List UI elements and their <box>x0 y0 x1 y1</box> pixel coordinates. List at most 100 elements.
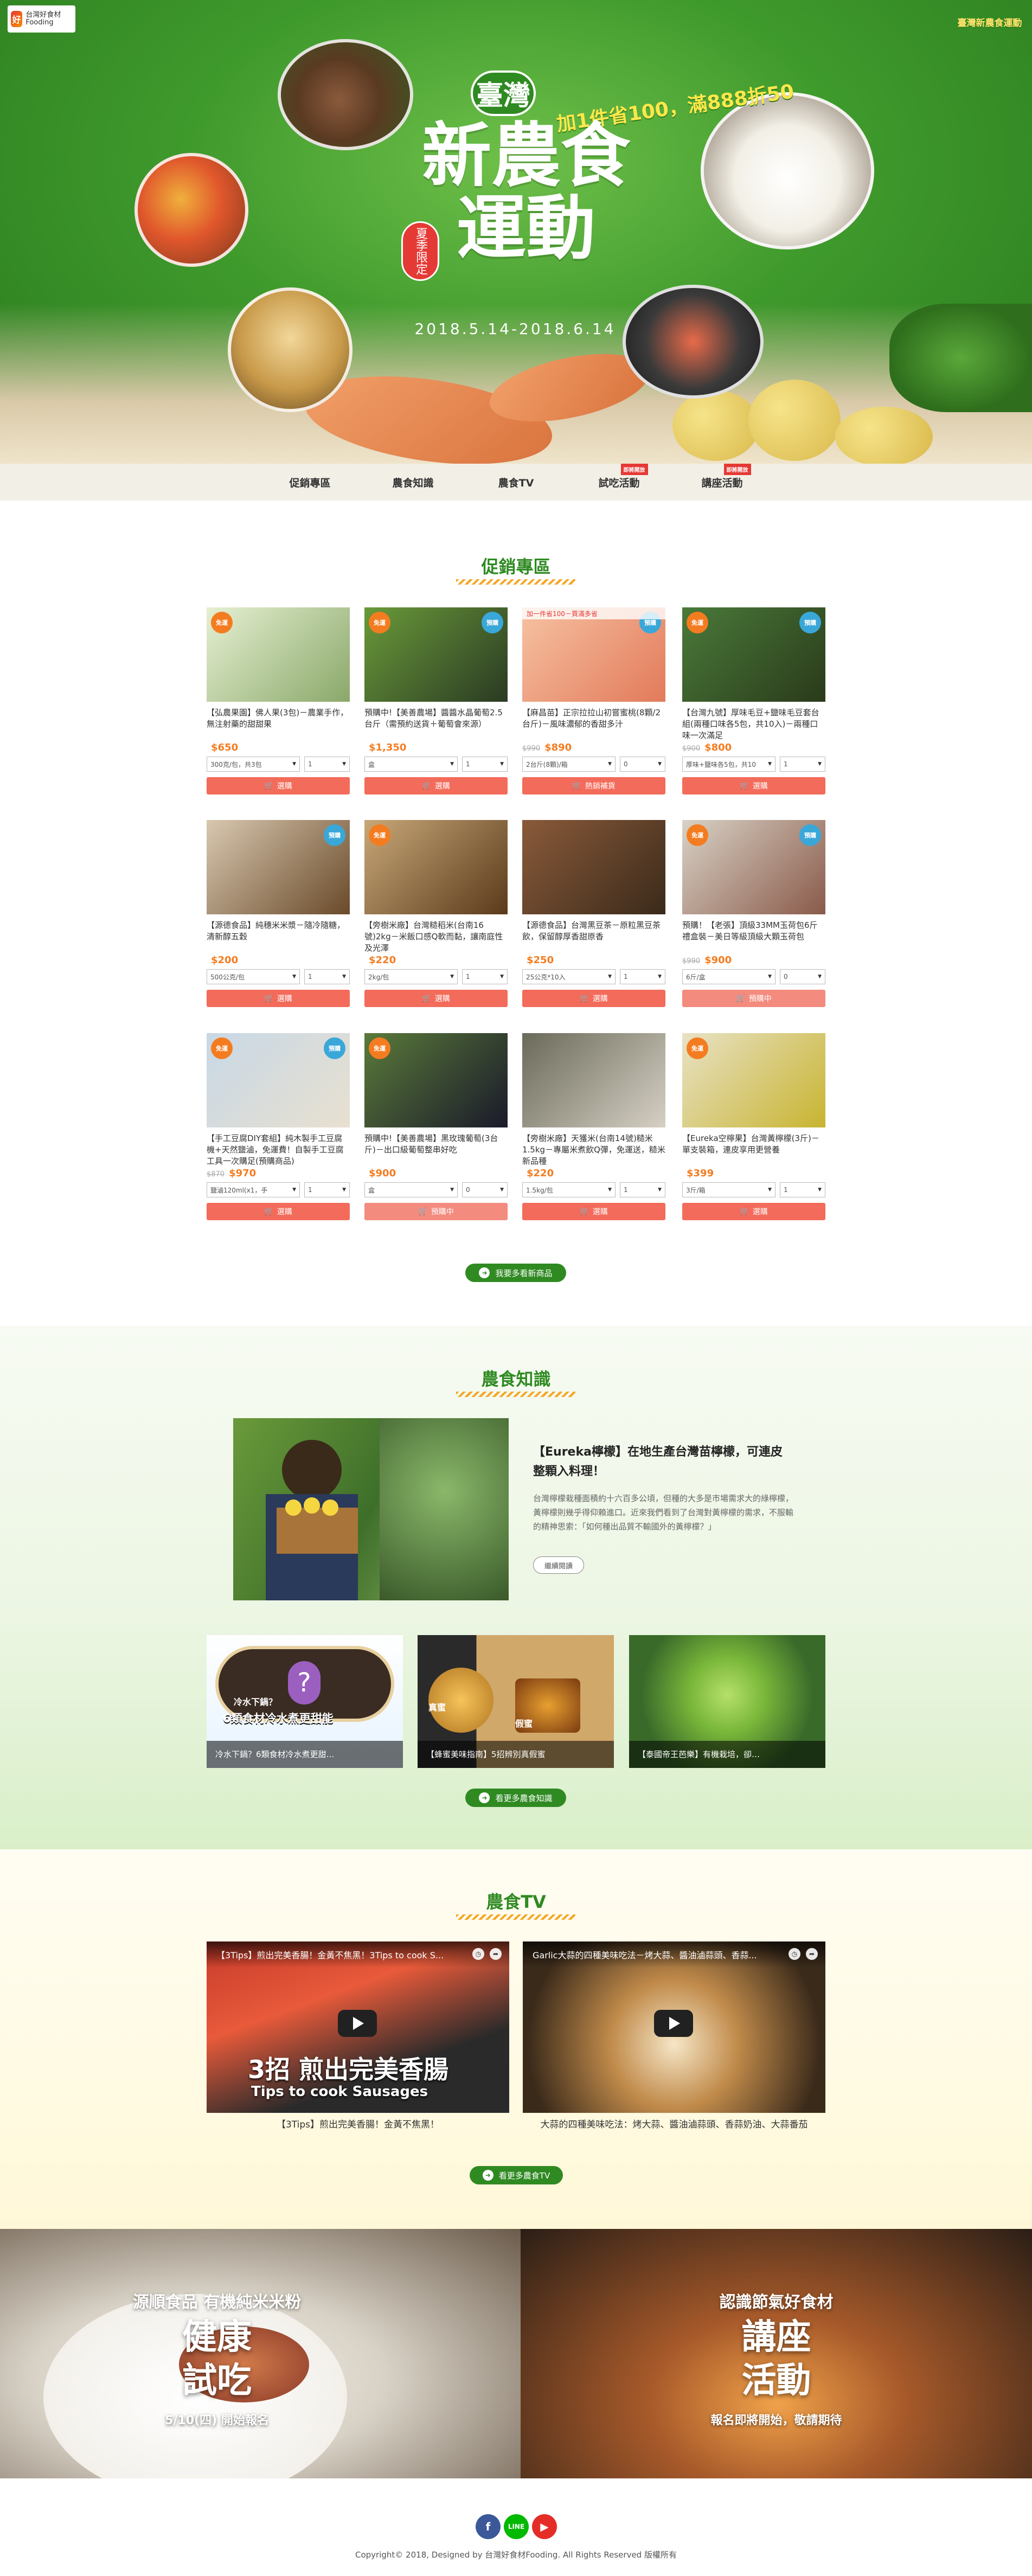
spec-select[interactable]: 500公克/包 ▼ <box>207 969 300 984</box>
spec-select[interactable]: 3斤/箱 ▼ <box>682 1182 775 1197</box>
buy-button[interactable]: 🛒 預購中 <box>682 990 825 1007</box>
spec-select[interactable]: 鹽滷120ml(x1，手 ▼ <box>207 1182 300 1197</box>
quantity-select[interactable]: 1 ▼ <box>780 757 825 772</box>
spec-select[interactable]: 盒 ▼ <box>364 1182 458 1197</box>
product-image[interactable]: 免運 <box>207 607 350 702</box>
product-name[interactable]: 【源德食品】台灣黑豆茶－原粒黑豆茶飲，保留醇厚香甜原香 <box>522 920 665 954</box>
buy-button[interactable]: 🛒 選購 <box>207 990 350 1007</box>
product-card[interactable]: 預購 【源德食品】純穗米米漿－隨冷隨糖，清新醇五穀 $200 500公克/包 ▼ 1 ▼ 🛒 選… <box>207 820 350 1007</box>
video-player[interactable]: Garlic大蒜的四種美味吃法－烤大蒜、醬油滷蒜頭、香蒜... ◷ ➦ <box>523 1941 825 2113</box>
product-image[interactable]: 免運 預購 <box>207 1033 350 1127</box>
buy-button[interactable]: 🛒 預購中 <box>364 1203 508 1220</box>
buy-button[interactable]: 🛒 熱銷補貨 <box>522 777 665 794</box>
product-name[interactable]: 【源德食品】純穗米米漿－隨冷隨糖，清新醇五穀 <box>207 920 350 954</box>
product-image[interactable]: 預購 <box>207 820 350 914</box>
product-image[interactable]: 免運 預購 <box>682 607 825 702</box>
product-card[interactable]: 免運【旁樹米廠】台灣糙稻米(台南16號)2kg－米飯口感Q軟而黏，讓南庭性及光澤… <box>364 820 508 1007</box>
buy-button[interactable]: 🛒 選購 <box>364 777 508 794</box>
nav-item-knowledge[interactable]: 農食知識 <box>362 464 465 501</box>
knowledge-feature-image[interactable] <box>233 1418 509 1600</box>
quantity-select[interactable]: 1 ▼ <box>780 1182 825 1197</box>
lecture-event-banner[interactable]: 認識節氣好食材 講座 活動 報名即將開始，敬請期待 <box>521 2229 1032 2478</box>
knowledge-card[interactable]: 【泰國帝王芭樂】有機栽培，卻… <box>629 1635 825 1768</box>
product-image[interactable]: 免運 <box>364 1033 508 1127</box>
product-card[interactable]: 免運 預購 預購中!【美善農場】醬醬水晶葡萄2.5台斤（需預約送貨＋葡萄會來源） $1… <box>364 607 508 794</box>
knowledge-card[interactable]: 真蜜 假蜜 【蜂蜜美味指南】5招辨別真假蜜 <box>418 1635 614 1768</box>
nav-item-promo[interactable]: 促銷專區 <box>259 464 362 501</box>
spec-select[interactable]: 盒 ▼ <box>364 757 458 772</box>
product-name[interactable]: 【台灣九號】厚味毛豆+鹽味毛豆套台組(兩種口味各5包，共10入)－兩種口味一次滿… <box>682 707 825 742</box>
spec-select[interactable]: 2台斤(8顆)/箱 ▼ <box>522 757 616 772</box>
product-card[interactable]: 【源德食品】台灣黑豆茶－原粒黑豆茶飲，保留醇厚香甜原香 $250 25公克*10入 ▼… <box>522 820 665 1007</box>
product-card[interactable]: 免運 預購 預購！【老張】頂級33MM玉荷包6斤禮盒裝－美日等級頂級大顆玉荷包 $99… <box>682 820 825 1007</box>
nav-item-tasting[interactable]: 試吃活動 即將開放 <box>568 464 671 501</box>
facebook-icon[interactable]: f <box>476 2514 501 2539</box>
spec-select[interactable]: 6斤/盒 ▼ <box>682 969 775 984</box>
site-logo[interactable]: 好 台灣好食材 Fooding <box>8 5 75 33</box>
product-name[interactable]: 【弘農果園】佛人果(3包)－農業手作，無注射藥的甜甜果 <box>207 707 350 742</box>
product-name[interactable]: 【手工豆腐DIY套組】純木製手工豆腐機+天然鹽滷，免運費！自製手工豆腐工具一次購… <box>207 1133 350 1168</box>
quantity-select[interactable]: 0 ▼ <box>462 1182 508 1197</box>
nav-item-tv[interactable]: 農食TV <box>465 464 568 501</box>
product-image[interactable]: 免運 預購 <box>364 607 508 702</box>
more-products-button[interactable]: ➜ 我要多看新商品 <box>465 1264 566 1282</box>
spec-select[interactable]: 2kg/包 ▼ <box>364 969 458 984</box>
buy-button[interactable]: 🛒 選購 <box>682 777 825 794</box>
product-name[interactable]: 預購中!【美善農場】黑玫瑰葡萄(3台斤)－出口級葡萄整串好吃 <box>364 1133 508 1168</box>
product-image[interactable]: 預購 加一件省100－買滿多省 <box>522 607 665 702</box>
quantity-select[interactable]: 1 ▼ <box>304 969 350 984</box>
product-image[interactable]: 免運 <box>682 1033 825 1127</box>
nav-item-lecture[interactable]: 講座活動 即將開放 <box>671 464 774 501</box>
tasting-event-banner[interactable]: 源順食品 有機純米米粉 健康 試吃 5/10(四) 開始報名 <box>0 2229 521 2478</box>
quantity-select[interactable]: 1 ▼ <box>620 969 665 984</box>
product-card[interactable]: 免運 預購中!【美善農場】黑玫瑰葡萄(3台斤)－出口級葡萄整串好吃 $900 盒 ▼ 0 ▼… <box>364 1033 508 1220</box>
product-name[interactable]: 【旁樹米廠】台灣糙稻米(台南16號)2kg－米飯口感Q軟而黏，讓南庭性及光澤 <box>364 920 508 954</box>
clock-icon[interactable]: ◷ <box>472 1948 484 1960</box>
more-knowledge-button[interactable]: ➜ 看更多農食知識 <box>465 1789 566 1807</box>
knowledge-card[interactable]: 冷水下鍋？ 6類食材冷水煮更甜能 ? 冷水下鍋？6類食材冷水煮更甜… <box>207 1635 403 1768</box>
video-caption[interactable]: 大蒜的四種美味吃法：烤大蒜、醬油滷蒜頭、香蒜奶油、大蒜番茄 <box>523 2118 825 2132</box>
buy-button[interactable]: 🛒 選購 <box>522 990 665 1007</box>
play-button[interactable] <box>654 2010 693 2037</box>
product-card[interactable]: 免運 預購【手工豆腐DIY套組】純木製手工豆腐機+天然鹽滷，免運費！自製手工豆腐工… <box>207 1033 350 1220</box>
buy-button[interactable]: 🛒 選購 <box>682 1203 825 1220</box>
line-icon[interactable]: LINE <box>504 2514 529 2539</box>
more-tv-button[interactable]: ➜ 看更多農食TV <box>470 2166 563 2184</box>
product-card[interactable]: 免運 預購【台灣九號】厚味毛豆+鹽味毛豆套台組(兩種口味各5包，共10入)－兩種口… <box>682 607 825 794</box>
quantity-select[interactable]: 1 ▼ <box>304 757 350 772</box>
quantity-select[interactable]: 0 ▼ <box>620 757 665 772</box>
product-name[interactable]: 【麻昌苗】正宗拉拉山初嘗蜜桃(8顆/2台斤)－風味濃郁的香甜多汁 <box>522 707 665 742</box>
product-card[interactable]: 免運 【弘農果園】佛人果(3包)－農業手作，無注射藥的甜甜果 $650 300克/包，… <box>207 607 350 794</box>
campaign-logo[interactable]: 臺灣新農食運動 <box>957 5 1022 38</box>
spec-select[interactable]: 厚味+鹽味各5包，共10 ▼ <box>682 757 775 772</box>
product-card[interactable]: 【旁樹米廠】天獲米(台南14號)糙米1.5kg－專屬米煮飲Q彈，免運送，糙米新品… <box>522 1033 665 1220</box>
play-button[interactable] <box>338 2010 377 2037</box>
read-more-button[interactable]: 繼續閱讀 <box>533 1556 584 1574</box>
clock-icon[interactable]: ◷ <box>789 1948 800 1960</box>
quantity-select[interactable]: 1 ▼ <box>620 1182 665 1197</box>
quantity-select[interactable]: 1 ▼ <box>462 757 508 772</box>
quantity-select[interactable]: 1 ▼ <box>462 969 508 984</box>
video-player[interactable]: 【3Tips】煎出完美香腸！金黃不焦黑！3Tips to cook S... ◷… <box>207 1941 509 2113</box>
product-image[interactable] <box>522 1033 665 1127</box>
product-image[interactable] <box>522 820 665 914</box>
product-image[interactable]: 免運 <box>364 820 508 914</box>
product-card[interactable]: 預購 加一件省100－買滿多省【麻昌苗】正宗拉拉山初嘗蜜桃(8顆/2台斤)－風味濃… <box>522 607 665 794</box>
youtube-icon[interactable]: ▶ <box>532 2514 557 2539</box>
video-caption[interactable]: 【3Tips】煎出完美香腸！金黃不焦黑！ <box>207 2118 509 2132</box>
quantity-select[interactable]: 0 ▼ <box>780 969 825 984</box>
product-name[interactable]: 【Eureka空檸果】台灣黃檸檬(3斤)－單支裝箱，連皮享用更營養 <box>682 1133 825 1168</box>
share-icon[interactable]: ➦ <box>490 1948 502 1960</box>
share-icon[interactable]: ➦ <box>806 1948 818 1960</box>
product-name[interactable]: 預購中!【美善農場】醬醬水晶葡萄2.5台斤（需預約送貨＋葡萄會來源） <box>364 707 508 742</box>
knowledge-feature-title[interactable]: 【Eureka檸檬】在地生產台灣苗檸檬，可連皮整顆入料理！ <box>533 1443 793 1482</box>
buy-button[interactable]: 🛒 選購 <box>364 990 508 1007</box>
buy-button[interactable]: 🛒 選購 <box>522 1203 665 1220</box>
product-name[interactable]: 【旁樹米廠】天獲米(台南14號)糙米1.5kg－專屬米煮飲Q彈，免運送，糙米新品… <box>522 1133 665 1168</box>
buy-button[interactable]: 🛒 選購 <box>207 777 350 794</box>
quantity-select[interactable]: 1 ▼ <box>304 1182 350 1197</box>
spec-select[interactable]: 300克/包，共3包 ▼ <box>207 757 300 772</box>
product-card[interactable]: 免運 【Eureka空檸果】台灣黃檸檬(3斤)－單支裝箱，連皮享用更營養 $399 3… <box>682 1033 825 1220</box>
buy-button[interactable]: 🛒 選購 <box>207 1203 350 1220</box>
product-name[interactable]: 預購！【老張】頂級33MM玉荷包6斤禮盒裝－美日等級頂級大顆玉荷包 <box>682 920 825 954</box>
